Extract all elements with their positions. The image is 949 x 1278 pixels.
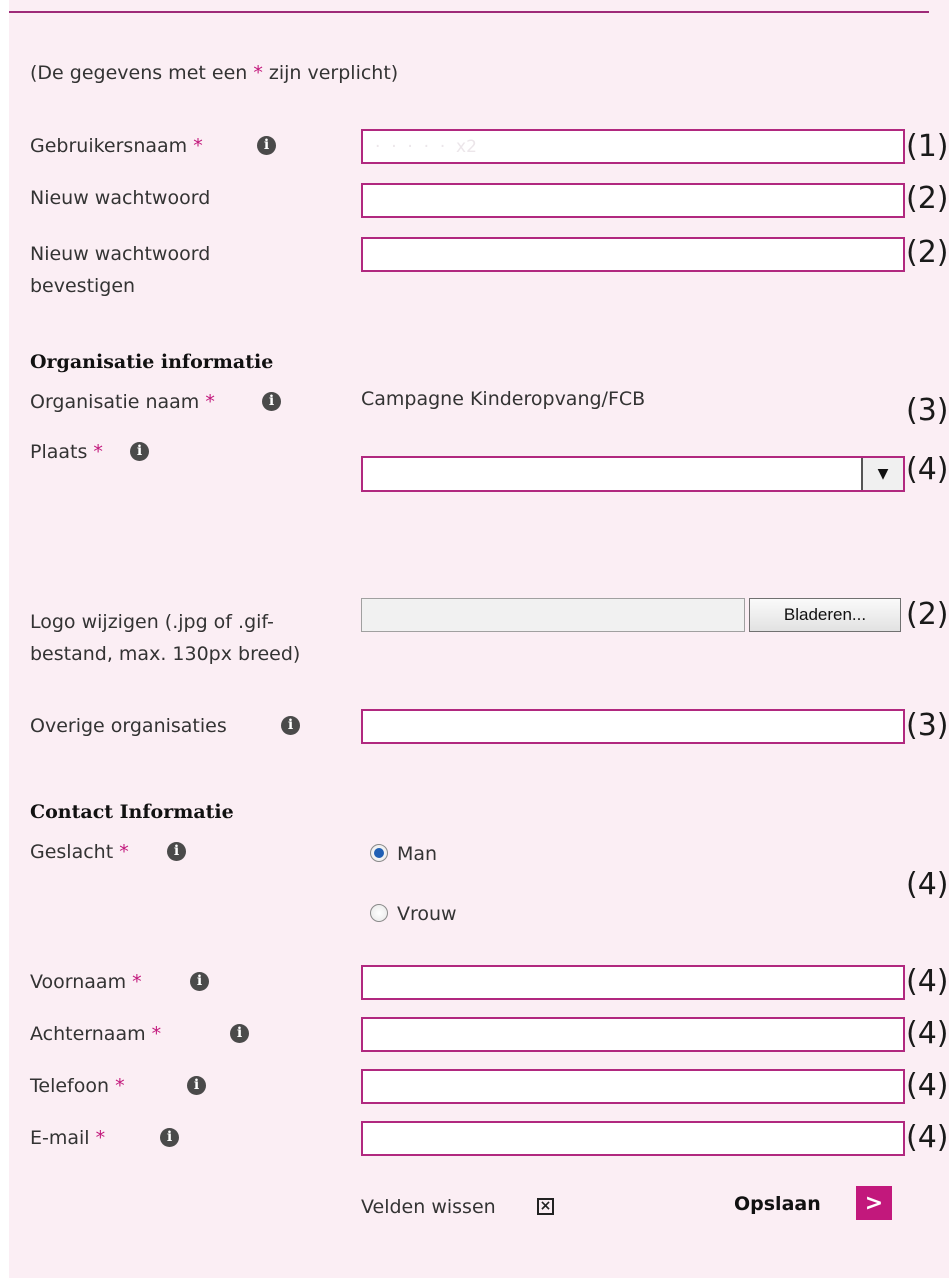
new-password-note: (2) xyxy=(906,181,949,216)
username-label: Gebruikersnaam * xyxy=(30,135,203,157)
place-label: Plaats * xyxy=(30,441,103,463)
other-organisations-input[interactable] xyxy=(361,709,905,744)
arrow-right-icon[interactable]: > xyxy=(856,1186,892,1220)
browse-button[interactable]: Bladeren... xyxy=(749,598,901,632)
info-icon[interactable]: i xyxy=(262,392,281,411)
info-icon[interactable]: i xyxy=(160,1128,179,1147)
organisation-name-label: Organisatie naam * xyxy=(30,391,215,413)
email-note: (4) xyxy=(906,1120,949,1155)
info-icon[interactable]: i xyxy=(130,442,149,461)
save-label[interactable]: Opslaan xyxy=(734,1188,821,1220)
info-icon[interactable]: i xyxy=(230,1024,249,1043)
last-name-label: Achternaam * xyxy=(30,1023,162,1045)
contact-heading: Contact Informatie xyxy=(30,801,234,823)
confirm-password-note: (2) xyxy=(906,235,949,270)
email-label: E-mail * xyxy=(30,1127,106,1149)
phone-input[interactable] xyxy=(361,1069,905,1104)
info-icon[interactable]: i xyxy=(190,972,209,991)
phone-note: (4) xyxy=(906,1068,949,1103)
phone-label: Telefoon * xyxy=(30,1075,125,1097)
required-notice: (De gegevens met een * zijn verplicht) xyxy=(30,62,399,84)
gender-note: (4) xyxy=(906,867,949,902)
logo-file-input[interactable] xyxy=(361,598,745,632)
confirm-password-label: Nieuw wachtwoord bevestigen xyxy=(30,243,211,297)
info-icon[interactable]: i xyxy=(281,716,300,735)
new-password-input[interactable] xyxy=(361,183,905,218)
organisation-heading: Organisatie informatie xyxy=(30,351,274,373)
first-name-input[interactable] xyxy=(361,965,905,1000)
info-icon[interactable]: i xyxy=(257,136,276,155)
logo-label: Logo wijzigen (.jpg of .gif-bestand, max… xyxy=(30,611,301,665)
top-divider xyxy=(9,11,929,13)
gender-man-radio[interactable] xyxy=(370,844,388,862)
logo-note: (2) xyxy=(906,597,949,632)
last-name-note: (4) xyxy=(906,1016,949,1051)
clear-fields-label[interactable]: Velden wissen xyxy=(361,1191,496,1223)
gender-vrouw-label[interactable]: Vrouw xyxy=(397,898,457,930)
info-icon[interactable]: i xyxy=(187,1076,206,1095)
new-password-label: Nieuw wachtwoord xyxy=(30,187,211,209)
first-name-note: (4) xyxy=(906,964,949,999)
confirm-password-input[interactable] xyxy=(361,237,905,272)
gender-label: Geslacht * xyxy=(30,841,129,863)
other-organisations-note: (3) xyxy=(906,708,949,743)
organisation-name-value: Campagne Kinderopvang/FCB xyxy=(361,388,646,410)
info-icon[interactable]: i xyxy=(167,842,186,861)
gender-man-label[interactable]: Man xyxy=(397,838,437,870)
place-note: (4) xyxy=(906,452,949,487)
last-name-input[interactable] xyxy=(361,1017,905,1052)
gender-vrouw-radio[interactable] xyxy=(370,904,388,922)
username-input[interactable] xyxy=(361,129,905,164)
chevron-down-icon[interactable]: ▼ xyxy=(861,458,903,490)
place-select[interactable]: ▼ xyxy=(361,456,905,492)
first-name-label: Voornaam * xyxy=(30,971,142,993)
username-note: (1) xyxy=(906,129,949,164)
other-organisations-label: Overige organisaties xyxy=(30,715,227,737)
organisation-name-note: (3) xyxy=(906,393,949,428)
close-icon[interactable]: × xyxy=(537,1198,554,1215)
email-input[interactable] xyxy=(361,1121,905,1156)
